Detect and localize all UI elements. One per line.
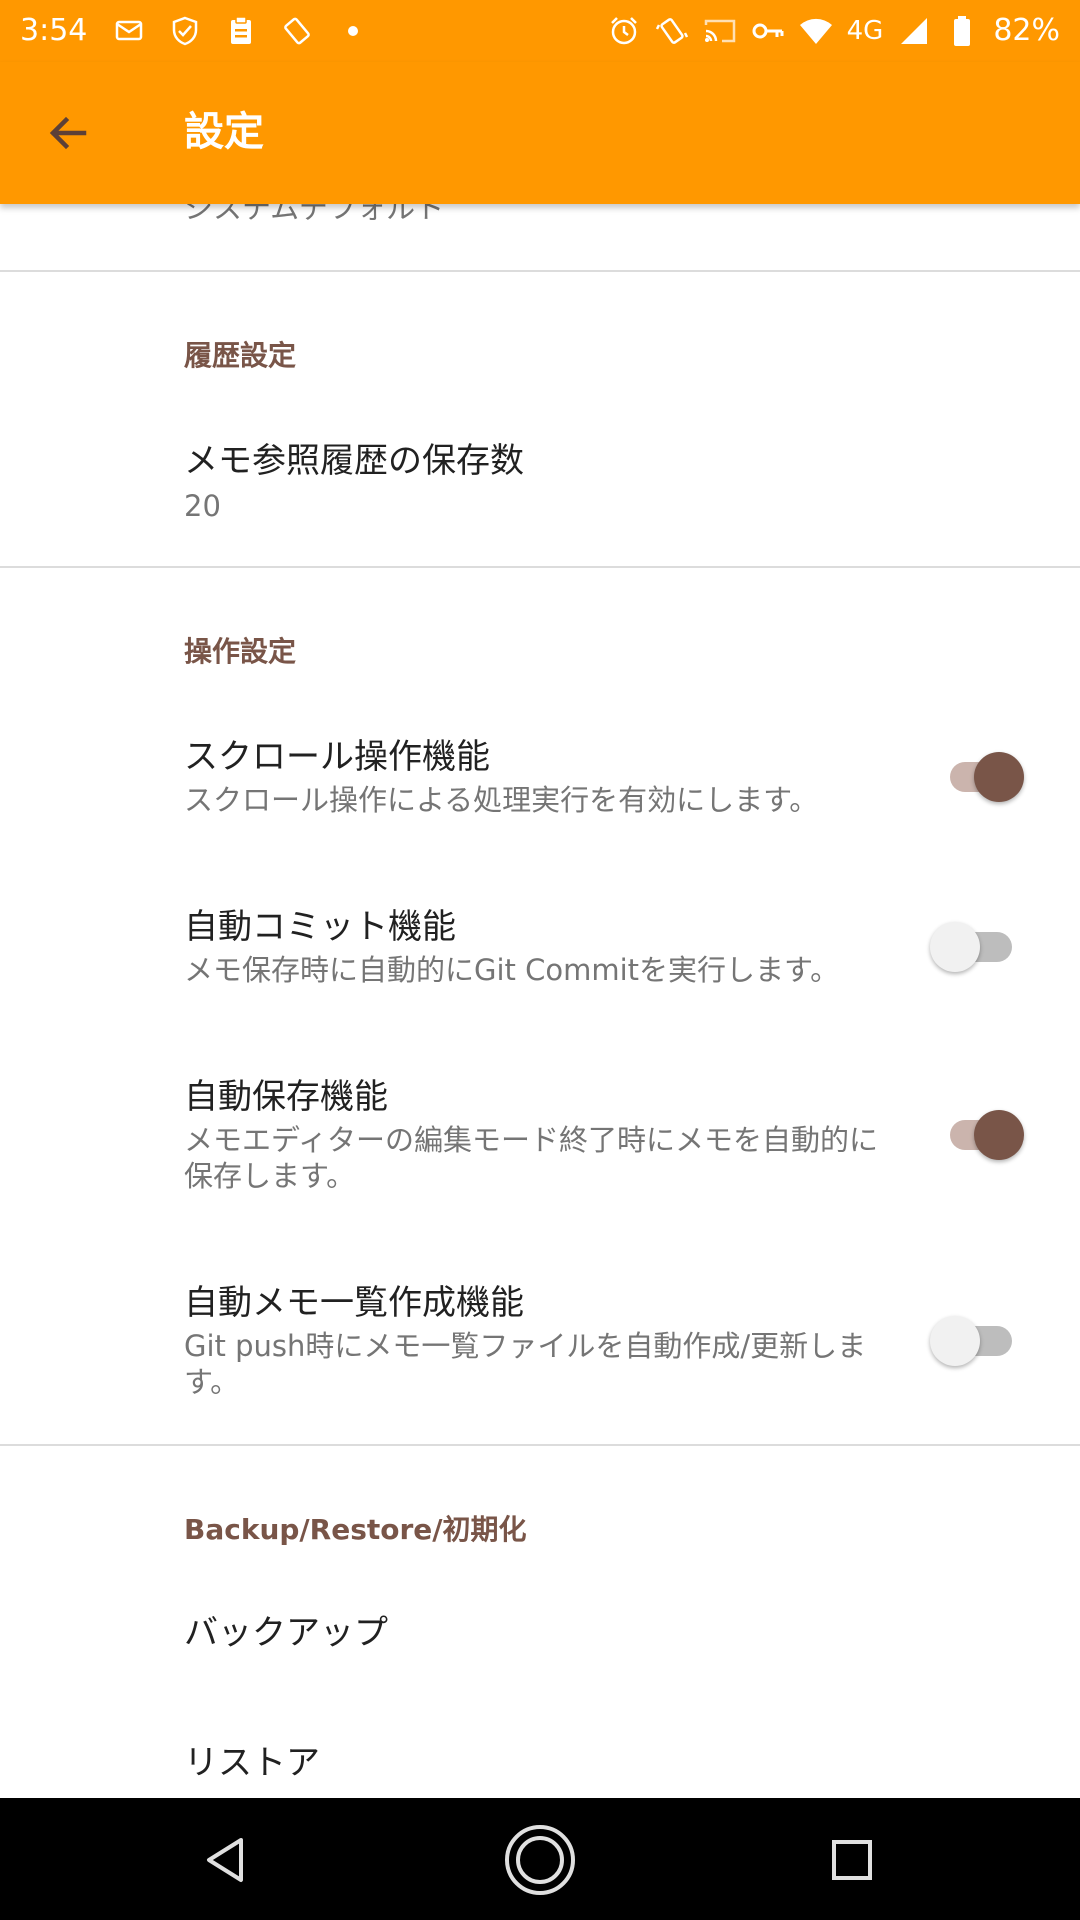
divider bbox=[0, 1444, 1080, 1446]
preference-summary: 20 bbox=[184, 489, 221, 523]
app-bar: 設定 bbox=[0, 62, 1080, 204]
scroll-operation-switch[interactable] bbox=[938, 746, 1024, 806]
nav-recents-button[interactable] bbox=[812, 1824, 892, 1896]
status-bar: 3:54 4G 82% bbox=[0, 0, 1080, 62]
preference-title: 自動保存機能 bbox=[184, 1077, 388, 1117]
switch-thumb bbox=[974, 752, 1024, 802]
auto-memo-list-switch[interactable] bbox=[930, 1310, 1018, 1370]
pref-backup[interactable]: バックアップ bbox=[184, 1610, 388, 1656]
nav-home-icon bbox=[505, 1825, 575, 1895]
divider bbox=[0, 270, 1080, 272]
vibrate-icon bbox=[655, 14, 689, 48]
preference-summary: メモ保存時に自動的にGit Commitを実行します。 bbox=[184, 953, 840, 987]
clipboard-icon bbox=[224, 14, 258, 48]
switch-thumb bbox=[930, 1316, 980, 1366]
category-history-title: 履歴設定 bbox=[184, 339, 297, 372]
preference-title: 自動コミット機能 bbox=[184, 907, 456, 947]
dot-icon bbox=[336, 14, 370, 48]
auto-commit-switch[interactable] bbox=[930, 916, 1018, 976]
preference-summary: スクロール操作による処理実行を有効にします。 bbox=[184, 783, 819, 817]
switch-thumb bbox=[974, 1110, 1024, 1160]
auto-save-switch[interactable] bbox=[938, 1104, 1024, 1164]
arrow-back-icon bbox=[49, 116, 87, 150]
sms-icon bbox=[112, 14, 146, 48]
battery-level: 82% bbox=[993, 13, 1060, 48]
rotate-icon bbox=[280, 14, 314, 48]
wifi-icon bbox=[799, 14, 833, 48]
category-backup-title: Backup/Restore/初期化 bbox=[184, 1513, 527, 1546]
preference-summary: メモエディターの編集モード終了時にメモを自動的に保存します。 bbox=[184, 1123, 878, 1193]
preference-title: 自動メモ一覧作成機能 bbox=[184, 1283, 524, 1323]
alarm-icon bbox=[607, 14, 641, 48]
preference-title: スクロール操作機能 bbox=[184, 737, 490, 777]
page-title: 設定 bbox=[184, 109, 264, 155]
battery-icon bbox=[945, 14, 979, 48]
cast-icon bbox=[703, 14, 737, 48]
nav-back-button[interactable] bbox=[186, 1824, 266, 1896]
category-operation-title: 操作設定 bbox=[184, 635, 297, 668]
system-status-icons: 4G 82% bbox=[607, 10, 1060, 52]
settings-list[interactable]: システムデフォルト 履歴設定 メモ参照履歴の保存数 20 操作設定 スクロール操… bbox=[0, 204, 1080, 1798]
preference-summary: Git push時にメモ一覧ファイルを自動作成/更新します。 bbox=[184, 1329, 867, 1399]
navigation-bar bbox=[0, 1798, 1080, 1920]
preference-title: メモ参照履歴の保存数 bbox=[184, 441, 524, 481]
nav-recents-icon bbox=[832, 1840, 872, 1880]
signal-icon bbox=[897, 14, 931, 48]
vpn-key-icon bbox=[751, 14, 785, 48]
back-button[interactable] bbox=[36, 101, 100, 165]
preference-summary: システムデフォルト bbox=[184, 204, 445, 225]
notification-icons bbox=[112, 12, 370, 50]
shield-check-icon bbox=[168, 14, 202, 48]
network-type: 4G bbox=[846, 16, 884, 46]
status-time: 3:54 bbox=[20, 13, 88, 48]
nav-back-icon bbox=[207, 1838, 243, 1882]
switch-thumb bbox=[930, 922, 980, 972]
divider bbox=[0, 566, 1080, 568]
pref-restore[interactable]: リストア bbox=[184, 1740, 320, 1786]
nav-home-button[interactable] bbox=[500, 1824, 580, 1896]
